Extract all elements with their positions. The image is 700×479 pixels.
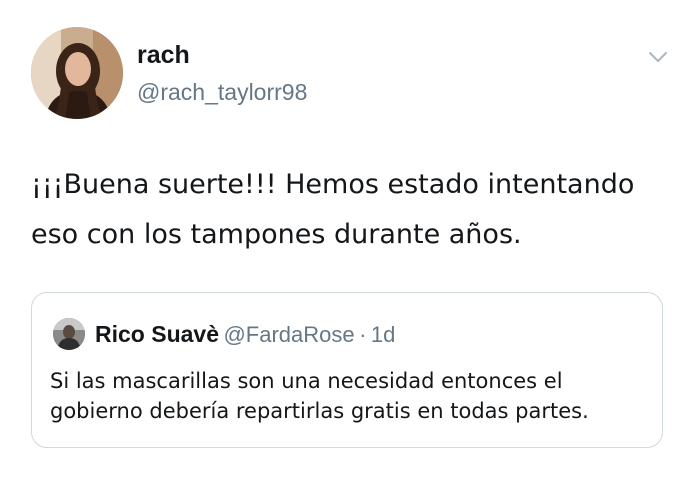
quoted-name[interactable]: Rico Suavè bbox=[95, 321, 219, 347]
author-avatar-image bbox=[31, 27, 123, 119]
author-handle[interactable]: @rach_taylorr98 bbox=[137, 78, 307, 106]
quoted-text: Si las mascarillas son una necesidad ent… bbox=[50, 369, 589, 423]
quoted-separator: · bbox=[359, 322, 367, 347]
author-avatar[interactable] bbox=[31, 27, 123, 119]
author-name[interactable]: rach bbox=[137, 40, 190, 70]
quoted-avatar[interactable] bbox=[53, 318, 85, 350]
quoted-handle[interactable]: @FardaRose bbox=[223, 322, 354, 347]
quoted-header: Rico Suavè @FardaRose · 1d bbox=[95, 319, 395, 353]
quoted-timestamp[interactable]: 1d bbox=[371, 322, 395, 347]
tweet-card: rach @rach_taylorr98 ¡¡¡Buena suerte!!! … bbox=[0, 0, 700, 479]
quoted-tweet[interactable]: Rico Suavè @FardaRose · 1d Si las mascar… bbox=[31, 292, 663, 448]
quoted-avatar-image bbox=[53, 318, 85, 350]
chevron-down-icon[interactable] bbox=[647, 49, 669, 65]
tweet-text: ¡¡¡Buena suerte!!! Hemos estado intentan… bbox=[31, 169, 635, 250]
